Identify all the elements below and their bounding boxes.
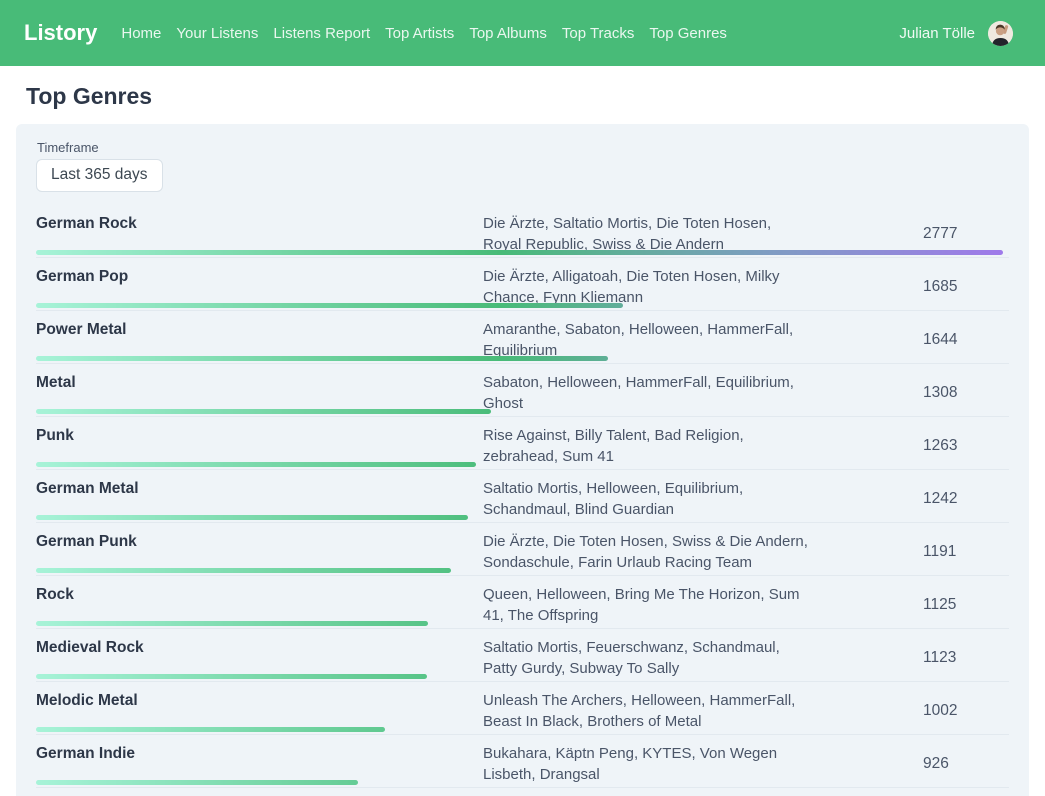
genre-bar-fill (36, 621, 428, 626)
genre-bar-fill (36, 250, 1003, 255)
genre-name: Medieval Rock (36, 637, 483, 658)
genre-artists: Bukahara, Käptn Peng, KYTES, Von Wegen L… (483, 743, 815, 785)
page-title: Top Genres (16, 83, 1029, 110)
genre-name: German Pop (36, 266, 483, 287)
genre-artists: Rise Against, Billy Talent, Bad Religion… (483, 425, 815, 467)
genre-row: German Pop Die Ärzte, Alligatoah, Die To… (36, 258, 1009, 311)
genre-count: 1685 (923, 278, 1009, 296)
nav-item-top-albums[interactable]: Top Albums (469, 25, 547, 42)
genre-count: 1002 (923, 702, 1009, 720)
genre-table: German Rock Die Ärzte, Saltatio Mortis, … (36, 205, 1009, 788)
genre-bar-fill (36, 568, 451, 573)
genre-name: German Punk (36, 531, 483, 552)
genre-bar-fill (36, 674, 427, 679)
timeframe-label: Timeframe (36, 140, 1009, 155)
top-genres-card: Timeframe Last 365 days German Rock Die … (16, 124, 1029, 796)
genre-bar-fill (36, 356, 608, 361)
genre-row: Rock Queen, Helloween, Bring Me The Hori… (36, 576, 1009, 629)
genre-artists: Unleash The Archers, Helloween, HammerFa… (483, 690, 815, 732)
genre-artists: Amaranthe, Sabaton, Helloween, HammerFal… (483, 319, 815, 361)
genre-name: German Indie (36, 743, 483, 764)
genre-bar-fill (36, 515, 468, 520)
genre-row: German Indie Bukahara, Käptn Peng, KYTES… (36, 735, 1009, 788)
nav-item-top-tracks[interactable]: Top Tracks (562, 25, 635, 42)
main-content: Top Genres Timeframe Last 365 days Germa… (0, 83, 1045, 796)
brand-logo[interactable]: Listory (24, 20, 97, 46)
genre-name: Power Metal (36, 319, 483, 340)
timeframe-select[interactable]: Last 365 days (36, 159, 163, 192)
genre-artists: Queen, Helloween, Bring Me The Horizon, … (483, 584, 815, 626)
genre-name: German Rock (36, 213, 483, 234)
genre-count: 1242 (923, 490, 1009, 508)
genre-artists: Sabaton, Helloween, HammerFall, Equilibr… (483, 372, 815, 414)
genre-bar (36, 462, 476, 467)
genre-artists: Saltatio Mortis, Helloween, Equilibrium,… (483, 478, 815, 520)
genre-bar-fill (36, 303, 623, 308)
genre-count: 1123 (923, 649, 1009, 667)
genre-count: 1191 (923, 543, 1009, 561)
navbar: Listory Home Your Listens Listens Report To… (0, 0, 1045, 66)
genre-bar (36, 356, 608, 361)
user-name: Julian Tölle (899, 25, 975, 42)
genre-row: German Punk Die Ärzte, Die Toten Hosen, … (36, 523, 1009, 576)
user-menu[interactable]: Julian Tölle (899, 21, 1013, 46)
genre-count: 2777 (923, 225, 1009, 243)
genre-count: 1644 (923, 331, 1009, 349)
genre-name: Metal (36, 372, 483, 393)
nav-item-home[interactable]: Home (121, 25, 161, 42)
genre-artists: Die Ärzte, Die Toten Hosen, Swiss & Die … (483, 531, 815, 573)
nav-item-top-artists[interactable]: Top Artists (385, 25, 454, 42)
nav-item-your-listens[interactable]: Your Listens (176, 25, 258, 42)
genre-artists: Saltatio Mortis, Feuerschwanz, Schandmau… (483, 637, 815, 679)
genre-name: Rock (36, 584, 483, 605)
genre-bar (36, 250, 1003, 255)
genre-bar (36, 568, 451, 573)
genre-bar-fill (36, 409, 491, 414)
user-avatar-icon[interactable] (988, 21, 1013, 46)
genre-count: 1263 (923, 437, 1009, 455)
genre-bar (36, 780, 358, 785)
genre-row: Power Metal Amaranthe, Sabaton, Hellowee… (36, 311, 1009, 364)
genre-count: 926 (923, 755, 1009, 773)
nav-item-listens-report[interactable]: Listens Report (273, 25, 370, 42)
nav-item-top-genres[interactable]: Top Genres (649, 25, 727, 42)
genre-count: 1125 (923, 596, 1009, 614)
genre-count: 1308 (923, 384, 1009, 402)
genre-bar (36, 621, 428, 626)
genre-artists: Die Ärzte, Alligatoah, Die Toten Hosen, … (483, 266, 815, 308)
genre-bar (36, 303, 623, 308)
genre-bar (36, 515, 468, 520)
main-nav: Home Your Listens Listens Report Top Artist… (121, 25, 727, 42)
genre-row: Melodic Metal Unleash The Archers, Hello… (36, 682, 1009, 735)
genre-name: Punk (36, 425, 483, 446)
genre-row: German Rock Die Ärzte, Saltatio Mortis, … (36, 205, 1009, 258)
genre-bar-fill (36, 727, 385, 732)
genre-artists: Die Ärzte, Saltatio Mortis, Die Toten Ho… (483, 213, 815, 255)
genre-bar-fill (36, 780, 358, 785)
genre-bar (36, 674, 427, 679)
genre-bar (36, 409, 491, 414)
genre-bar (36, 727, 385, 732)
genre-row: Medieval Rock Saltatio Mortis, Feuerschw… (36, 629, 1009, 682)
genre-row: Metal Sabaton, Helloween, HammerFall, Eq… (36, 364, 1009, 417)
genre-name: Melodic Metal (36, 690, 483, 711)
genre-row: Punk Rise Against, Billy Talent, Bad Rel… (36, 417, 1009, 470)
genre-name: German Metal (36, 478, 483, 499)
genre-bar-fill (36, 462, 476, 467)
timeframe-filter: Timeframe Last 365 days (36, 140, 1009, 192)
genre-row: German Metal Saltatio Mortis, Helloween,… (36, 470, 1009, 523)
